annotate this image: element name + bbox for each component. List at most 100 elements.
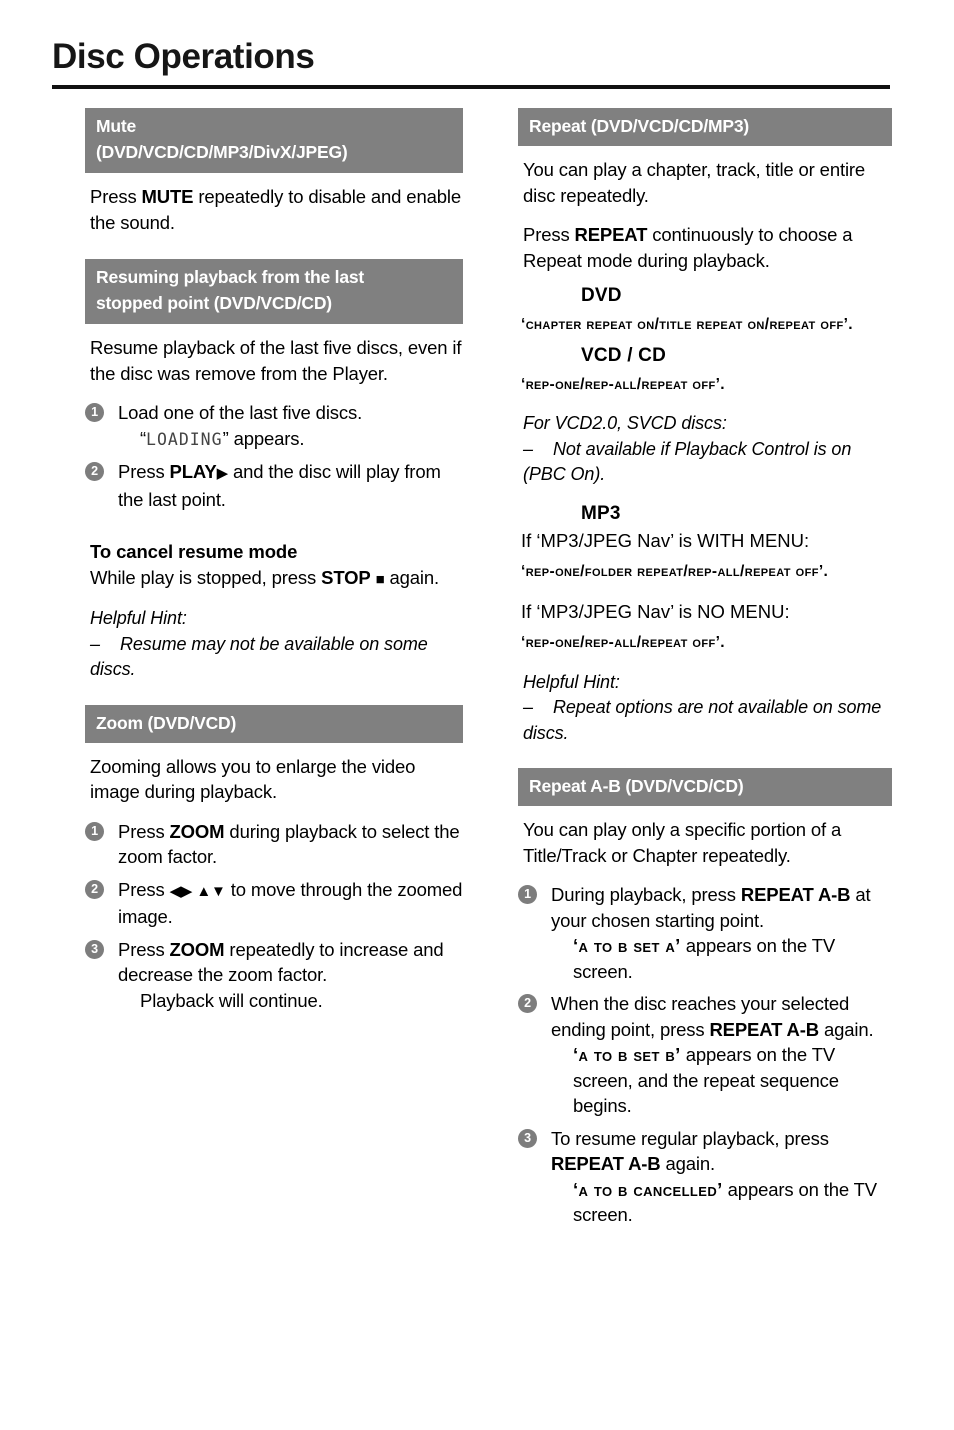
- repeat-ab-step-3-osd-line: ‘A TO B CANCELLED’ appears on the TV scr…: [551, 1177, 892, 1228]
- quote-close-appears: ” appears.: [222, 427, 305, 449]
- osd-a-to-b-set-a: ‘A TO B SET A’: [573, 935, 681, 956]
- mp3-no-menu-line: If ‘MP3/JPEG Nav’ is NO MENU:: [521, 600, 790, 622]
- mp3-with-menu-osd-line: ‘REP-ONE/FOLDER REPEAT/REP-ALL/REPEAT OF…: [518, 557, 892, 585]
- zoom-step-3-pre: Press: [118, 938, 170, 960]
- repeat-ab-step-2-osd-line: ‘A TO B SET B’ appears on the TV screen,…: [551, 1042, 892, 1119]
- section-header-mute-line2: (DVD/VCD/CD/MP3/DivX/JPEG): [96, 142, 348, 162]
- mute-body-bold: MUTE: [141, 186, 194, 207]
- zoom-step-3-bold: ZOOM: [169, 938, 225, 960]
- step-number-badge: 2: [85, 879, 104, 899]
- right-column: Repeat (DVD/VCD/CD/MP3) You can play a c…: [518, 108, 892, 1235]
- step-number-badge: 3: [518, 1128, 537, 1148]
- hint-dash: –: [90, 633, 100, 654]
- repeat-press-bold: REPEAT: [574, 224, 648, 245]
- section-header-zoom-line1: Zoom (DVD/VCD): [96, 712, 237, 733]
- resume-step-2: 2 Press PLAY▶ and the disc will play fro…: [85, 459, 463, 512]
- hint-dash: –: [523, 697, 533, 717]
- dvd-osd-line: ‘CHAPTER REPEAT ON/TITLE REPEAT ON/REPEA…: [518, 310, 892, 338]
- section-header-repeat-line1: Repeat (DVD/VCD/CD/MP3): [529, 116, 750, 136]
- resume-intro: Resume playback of the last five discs, …: [90, 337, 462, 384]
- dvd-osd-text: ‘CHAPTER REPEAT ON/TITLE REPEAT ON/REPEA…: [521, 316, 853, 333]
- resume-step-1-lcd-line: “LOADING” appears.: [118, 426, 463, 453]
- repeat-ab-step-3-post: again.: [660, 1153, 716, 1174]
- repeat-ab-step-1-osd-line: ‘A TO B SET A’ appears on the TV screen.: [551, 933, 892, 984]
- mp3-with-menu-osd-text: ‘REP-ONE/FOLDER REPEAT/REP-ALL/REPEAT OF…: [521, 563, 829, 580]
- hint-text: Repeat options are not available on some…: [523, 697, 882, 743]
- resume-step-1-text: Load one of the last five discs.: [118, 402, 363, 423]
- mp3-no-menu-osd-line: ‘REP-ONE/REP-ALL/REPEAT OFF’.: [518, 628, 892, 656]
- repeat-ab-step-1-bold: REPEAT A-B: [740, 884, 851, 905]
- step-number-badge: 3: [85, 939, 104, 959]
- step-number-badge: 1: [85, 403, 104, 422]
- hint-row: – Repeat options are not available on som…: [523, 695, 892, 746]
- mute-body-pre: Press: [90, 186, 142, 207]
- resume-helpful-hint: Helpful Hint: – Resume may not be availab…: [85, 606, 463, 683]
- osd-a-to-b-set-b: ‘A TO B SET B’: [573, 1044, 681, 1065]
- section-header-mute-line1: Mute: [96, 116, 137, 136]
- manual-page: Disc Operations Mute (DVD/VCD/CD/MP3/Div…: [0, 0, 954, 1430]
- left-column: Mute (DVD/VCD/CD/MP3/DivX/JPEG) Press MU…: [85, 108, 463, 1020]
- zoom-step-1: 1 Press ZOOM during playback to select t…: [85, 819, 463, 870]
- step-number-badge: 1: [518, 885, 537, 904]
- repeat-ab-step-3-pre: To resume regular playback, press: [551, 1127, 829, 1149]
- zoom-step-1-bold: ZOOM: [169, 820, 225, 842]
- mp3-no-menu-osd-text: ‘REP-ONE/REP-ALL/REPEAT OFF’.: [521, 634, 726, 651]
- section-header-repeat-ab-line1: Repeat A-B (DVD/VCD/CD): [529, 776, 744, 796]
- device-label-vcd-cd: VCD / CD: [581, 344, 666, 366]
- section-header-zoom: Zoom (DVD/VCD): [85, 704, 463, 743]
- cancel-resume-body: While play is stopped, press STOP ■ agai…: [85, 565, 463, 593]
- vcdcd-osd-text: ‘REP-ONE/REP-ALL/REPEAT OFF’.: [521, 375, 726, 393]
- repeat-helpful-hint: Helpful Hint: – Repeat options are not av…: [518, 670, 892, 747]
- resume-step-2-pre: Press: [118, 461, 170, 482]
- hint-label: Helpful Hint:: [523, 671, 620, 692]
- repeat-ab-step-3-bold: REPEAT A-B: [551, 1153, 661, 1174]
- vcd2-row: – Not available if Playback Control is on…: [523, 437, 892, 488]
- zoom-step-1-pre: Press: [118, 820, 170, 842]
- device-label-dvd: DVD: [581, 285, 622, 306]
- mute-body: Press MUTE repeatedly to disable and ena…: [85, 184, 463, 235]
- zoom-step-2-pre: Press: [118, 878, 170, 900]
- mp3-with-menu-line: If ‘MP3/JPEG Nav’ is WITH MENU:: [521, 529, 810, 551]
- step-number-badge: 1: [85, 821, 104, 841]
- cancel-resume-bold: STOP: [321, 566, 371, 588]
- hint-row: – Resume may not be available on some dis…: [90, 632, 463, 683]
- section-header-resume: Resuming playback from the last stopped …: [85, 259, 463, 324]
- vcd2-text: Not available if Playback Control is on …: [523, 438, 852, 485]
- section-header-resume-line1: Resuming playback from the last: [96, 267, 365, 287]
- vcd2-label: For VCD2.0, SVCD discs:: [523, 413, 727, 433]
- repeat-press-body: Press REPEAT continuously to choose a Re…: [518, 222, 892, 273]
- resume-step-1: 1 Load one of the last five discs. “LOAD…: [85, 400, 463, 452]
- zoom-intro: Zooming allows you to enlarge the video …: [90, 755, 416, 803]
- section-header-repeat-ab: Repeat A-B (DVD/VCD/CD): [518, 768, 892, 806]
- section-header-mute: Mute (DVD/VCD/CD/MP3/DivX/JPEG): [85, 108, 463, 173]
- repeat-ab-step-2-post: again.: [818, 1018, 874, 1040]
- page-title: Disc Operations: [52, 37, 315, 76]
- vcd2-note: For VCD2.0, SVCD discs: – Not available i…: [518, 411, 892, 488]
- repeat-ab-step-1-pre: During playback, press: [551, 884, 741, 905]
- step-number-badge: 2: [518, 994, 537, 1013]
- zoom-step-3: 3 Press ZOOM repeatedly to increase and …: [85, 937, 463, 1014]
- zoom-step-2: 2 Press ◀▶ ▲▼ to move through the zoomed…: [85, 877, 463, 930]
- repeat-press-pre: Press: [523, 224, 575, 245]
- repeat-ab-step-3: 3 To resume regular playback, press REPE…: [518, 1126, 892, 1228]
- section-header-repeat: Repeat (DVD/VCD/CD/MP3): [518, 108, 892, 146]
- device-label-mp3: MP3: [581, 502, 621, 524]
- vcdcd-osd-line: ‘REP-ONE/REP-ALL/REPEAT OFF’.: [518, 370, 892, 398]
- step-number-badge: 2: [85, 462, 104, 481]
- direction-arrows-icon: ◀▶ ▲▼: [169, 882, 226, 900]
- hint-label: Helpful Hint:: [90, 608, 187, 628]
- repeat-intro: You can play a chapter, track, title or …: [523, 159, 866, 206]
- play-arrow-icon: ▶: [216, 465, 229, 482]
- repeat-ab-intro: You can play only a specific portion of …: [523, 819, 842, 866]
- title-divider: [52, 85, 890, 89]
- hint-text: Resume may not be available on some disc…: [90, 633, 428, 680]
- repeat-ab-step-1: 1 During playback, press REPEAT A-B at y…: [518, 882, 892, 984]
- repeat-ab-step-2: 2 When the disc reaches your selected en…: [518, 991, 892, 1119]
- cancel-resume-heading: To cancel resume mode: [90, 541, 298, 562]
- cancel-resume-post: again.: [384, 566, 439, 588]
- section-header-resume-line2: stopped point (DVD/VCD/CD): [96, 293, 332, 313]
